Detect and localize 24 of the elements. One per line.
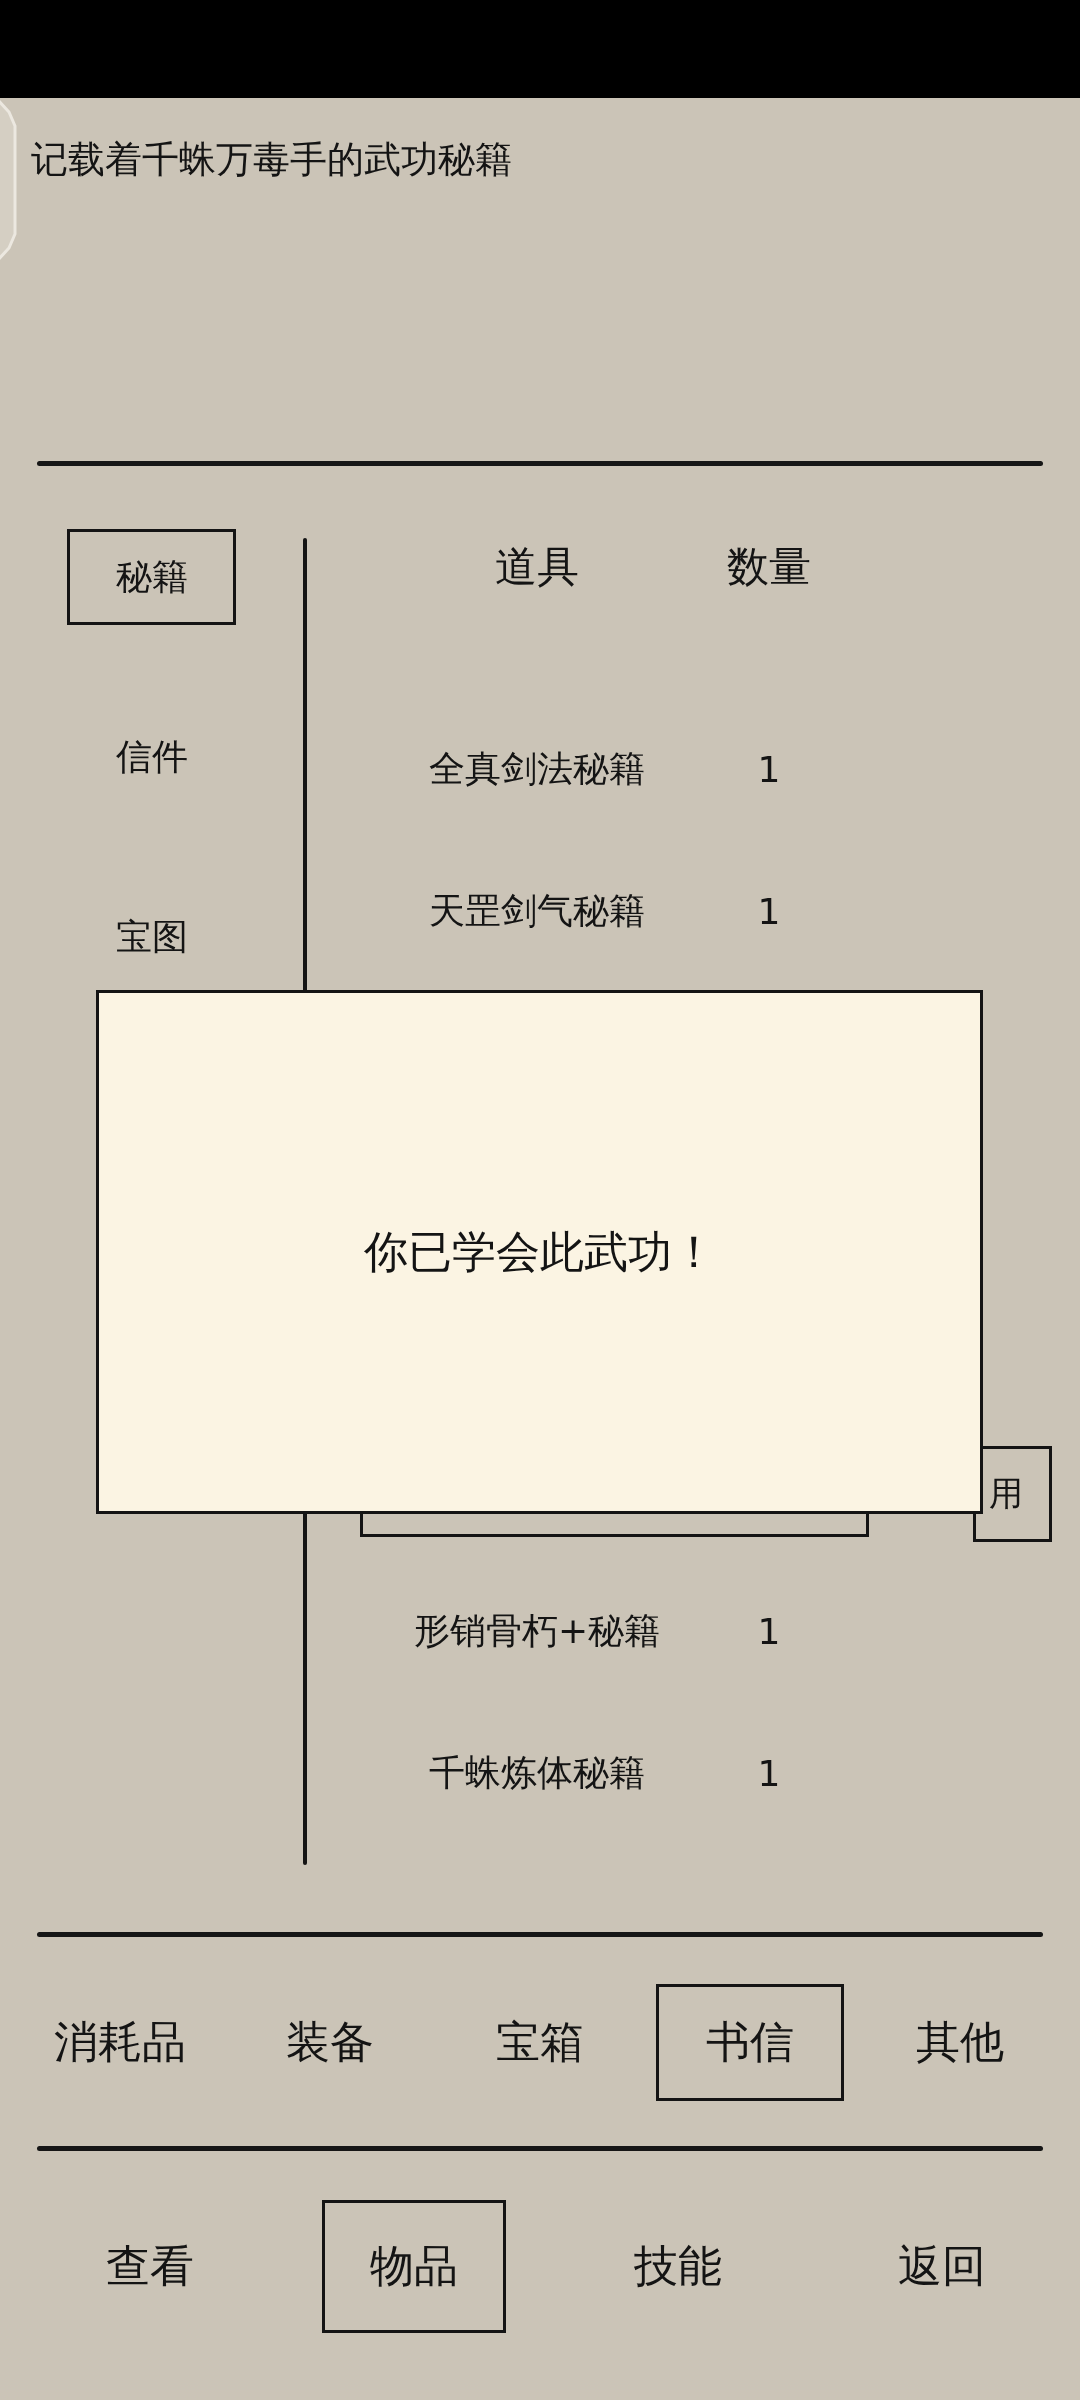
- item-name: 形销骨朽+秘籍: [413, 1608, 661, 1653]
- item-count: 1: [757, 890, 781, 932]
- dialog-message: 你已学会此武功！: [363, 1224, 716, 1279]
- item-count: 1: [757, 748, 781, 790]
- item-category-tab[interactable]: 其他: [866, 1984, 1054, 2101]
- item-description: 记载着千蛛万毒手的武功秘籍: [31, 138, 513, 182]
- nav-tab[interactable]: 物品: [322, 2200, 506, 2333]
- item-name: 天罡剑气秘籍: [429, 888, 645, 933]
- item-category-tab[interactable]: 消耗品: [26, 1984, 214, 2101]
- nav-tab[interactable]: 技能: [586, 2200, 770, 2333]
- column-header: 道具: [494, 541, 580, 593]
- nav-tab[interactable]: 查看: [58, 2200, 242, 2333]
- category-tab[interactable]: 信件: [67, 709, 236, 805]
- item-count: 1: [757, 1752, 781, 1794]
- nav-tab[interactable]: 返回: [850, 2200, 1034, 2333]
- item-category-tab[interactable]: 装备: [236, 1984, 424, 2101]
- item-count: 1: [757, 1610, 781, 1652]
- column-header: 数量: [726, 541, 812, 593]
- item-category-tab[interactable]: 书信: [656, 1984, 844, 2101]
- category-tab[interactable]: 宝图: [67, 889, 236, 985]
- category-tab[interactable]: 秘籍: [67, 529, 236, 625]
- item-name: 千蛛炼体秘籍: [429, 1750, 645, 1795]
- item-category-tab[interactable]: 宝箱: [446, 1984, 634, 2101]
- item-name: 全真剑法秘籍: [429, 746, 645, 791]
